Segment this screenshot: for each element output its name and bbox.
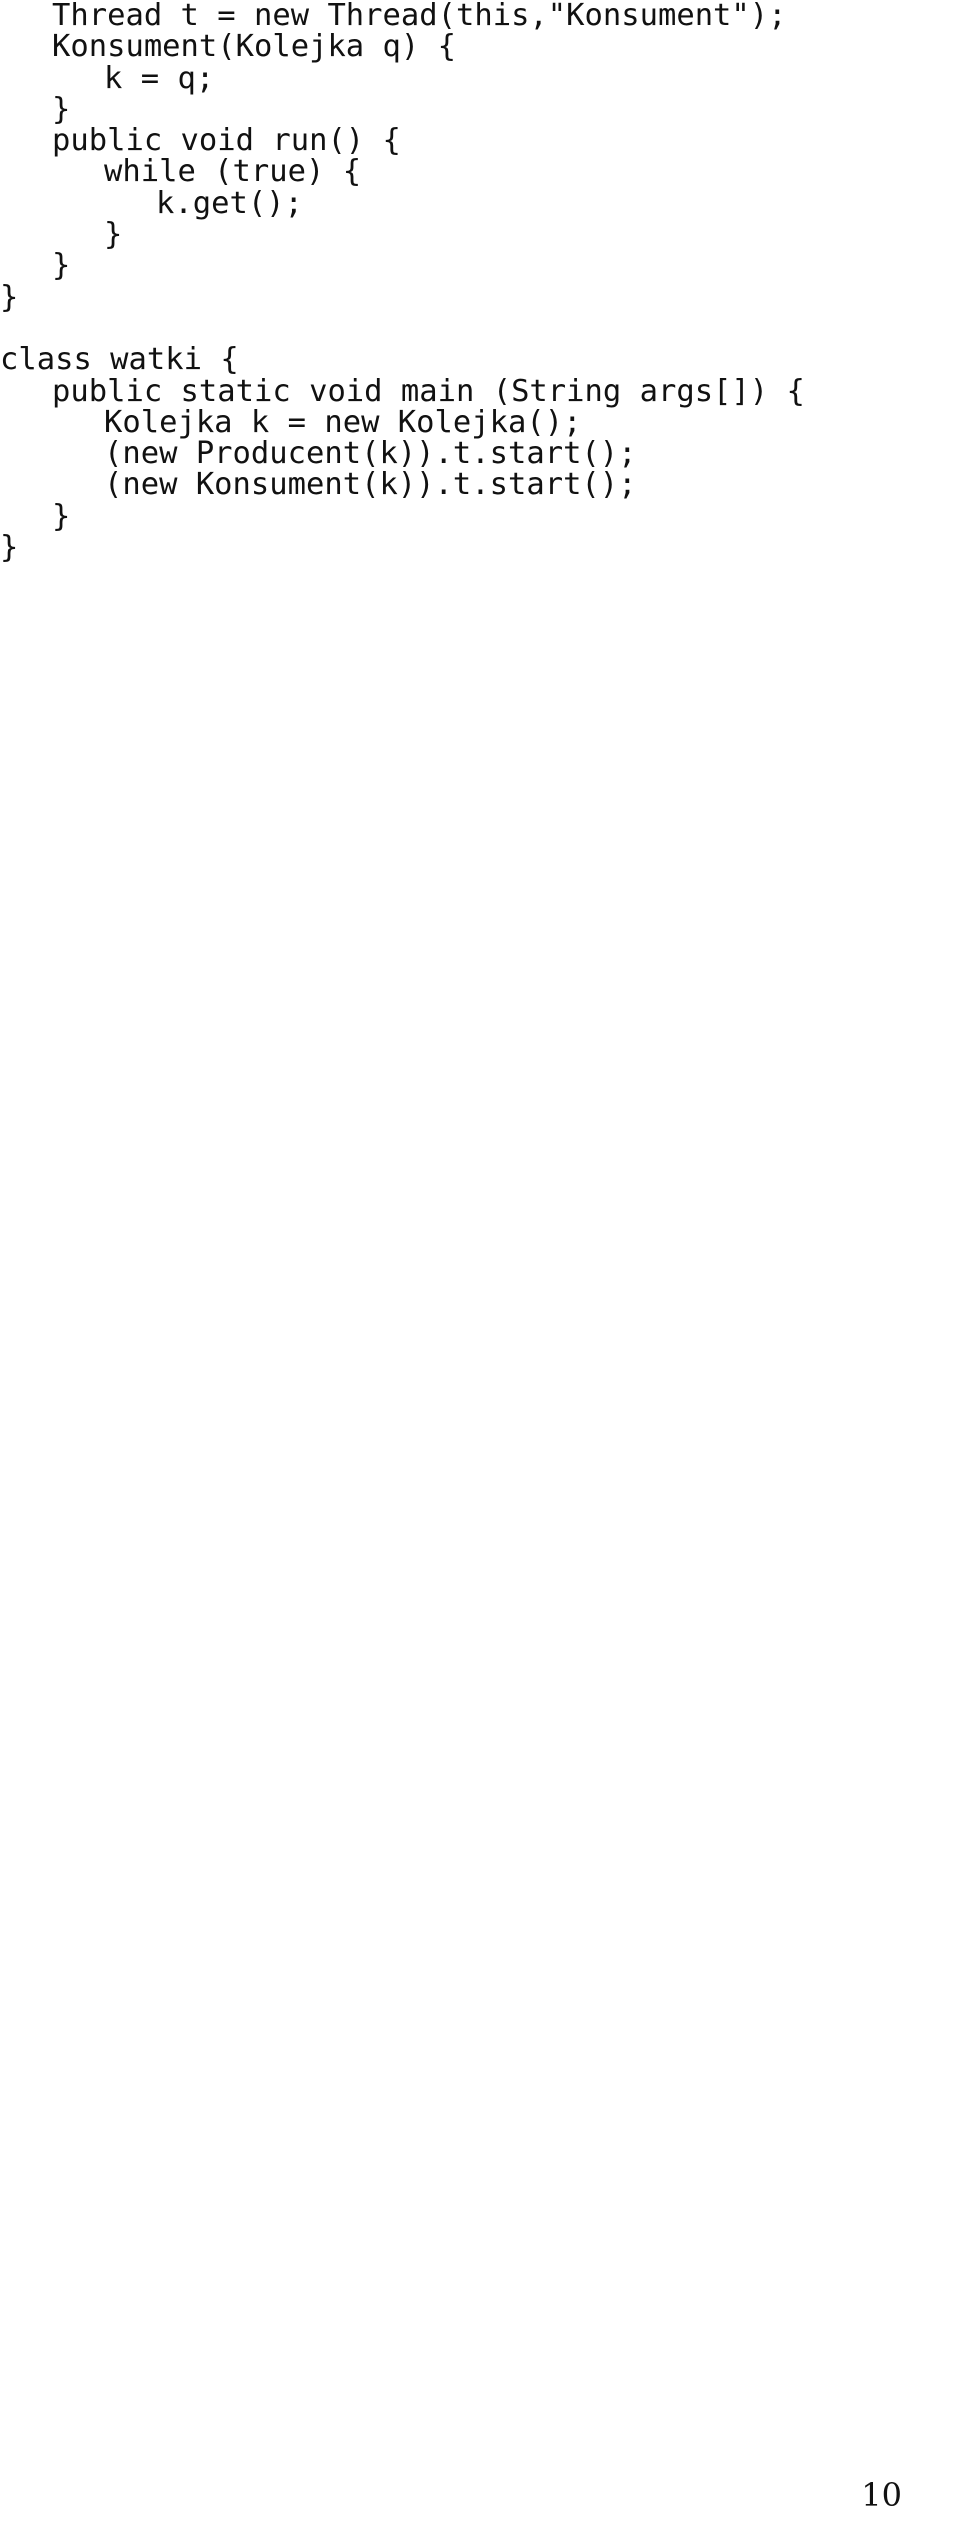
page-number: 10	[861, 2476, 902, 2514]
code-line: (new Konsument(k)).t.start();	[104, 467, 637, 503]
code-line: while (true) {	[104, 154, 362, 190]
code-line: k.get();	[156, 185, 303, 221]
code-line: public void run() {	[52, 123, 401, 159]
code-line: }	[0, 530, 19, 566]
code-line: k = q;	[104, 60, 215, 96]
code-line: Thread t = new Thread(this,"Konsument");	[52, 0, 787, 33]
code-line: }	[52, 498, 71, 534]
code-listing: Thread t = new Thread(this,"Konsument");…	[0, 0, 960, 563]
code-line: public static void main (String args[]) …	[52, 373, 805, 409]
code-line: }	[104, 217, 123, 253]
code-line: Kolejka k = new Kolejka();	[104, 404, 582, 440]
document-page: Thread t = new Thread(this,"Konsument");…	[0, 0, 960, 2533]
code-line: (new Producent(k)).t.start();	[104, 436, 637, 472]
code-line: }	[52, 248, 71, 284]
code-line: class watki {	[0, 342, 239, 378]
code-line: }	[0, 279, 19, 315]
code-line: Konsument(Kolejka q) {	[52, 29, 456, 65]
code-line: }	[52, 91, 71, 127]
